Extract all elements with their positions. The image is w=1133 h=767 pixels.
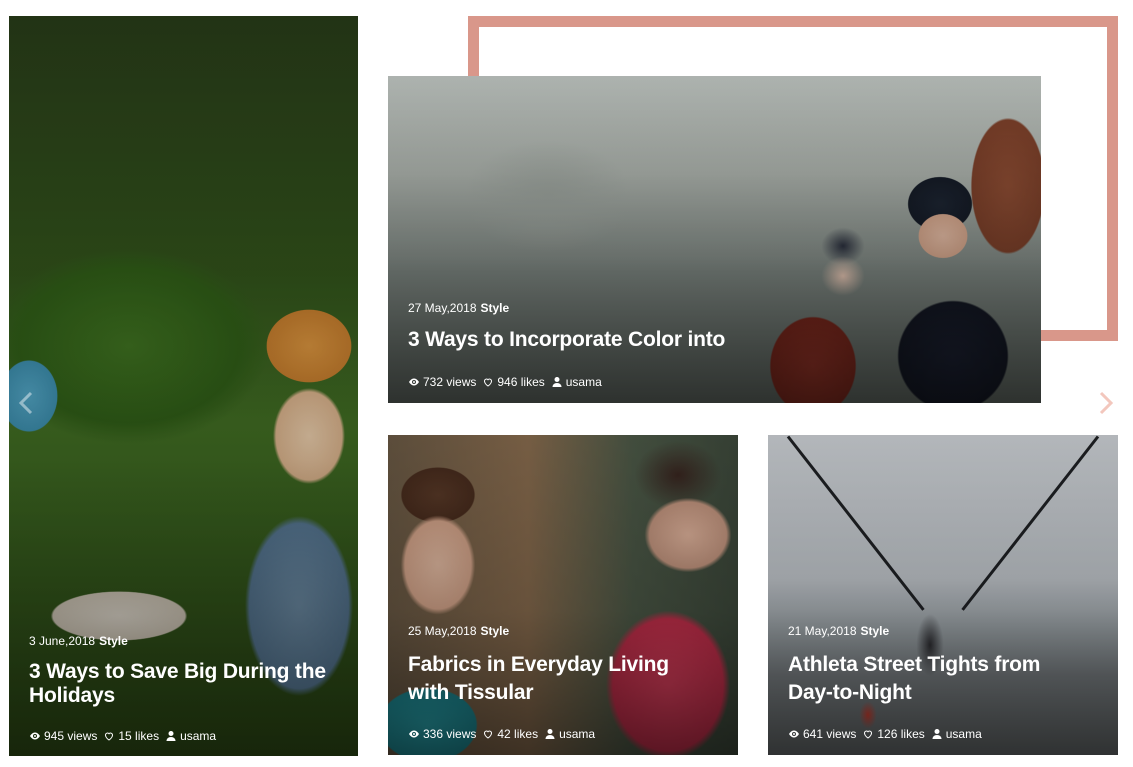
post-category[interactable]: Style bbox=[481, 624, 510, 638]
post-date: 21 May,2018 bbox=[788, 624, 857, 638]
author-stat[interactable]: usama bbox=[551, 375, 602, 389]
author-stat[interactable]: usama bbox=[931, 727, 982, 741]
post-title[interactable]: 3 Ways to Save Big During the Holidays bbox=[29, 660, 338, 708]
user-icon bbox=[932, 729, 942, 739]
post-meta: 27 May,2018 Style bbox=[408, 299, 1021, 317]
post-meta: 25 May,2018 Style bbox=[408, 622, 718, 640]
post-category[interactable]: Style bbox=[99, 634, 128, 648]
eye-icon bbox=[409, 730, 419, 738]
user-icon bbox=[545, 729, 555, 739]
post-date: 27 May,2018 bbox=[408, 301, 477, 315]
post-card[interactable]: 21 May,2018 Style Athleta Street Tights f… bbox=[768, 435, 1118, 755]
post-title[interactable]: Fabrics in Everyday Living with Tissular bbox=[408, 651, 718, 707]
heart-icon bbox=[864, 730, 873, 739]
author-stat[interactable]: usama bbox=[544, 727, 595, 741]
chevron-left-icon bbox=[18, 391, 33, 415]
post-stats: 732 views 946 likes usama bbox=[408, 375, 1021, 389]
author-stat[interactable]: usama bbox=[165, 729, 216, 743]
user-icon bbox=[166, 731, 176, 741]
post-meta: 3 June,2018 Style bbox=[29, 632, 338, 650]
user-icon bbox=[552, 377, 562, 387]
heart-icon bbox=[484, 378, 493, 387]
post-card[interactable]: 27 May,2018 Style 3 Ways to Incorporate C… bbox=[388, 76, 1041, 403]
heart-icon bbox=[484, 730, 493, 739]
likes-stat[interactable]: 42 likes bbox=[482, 727, 538, 741]
likes-stat[interactable]: 946 likes bbox=[482, 375, 545, 389]
chevron-right-icon bbox=[1099, 391, 1114, 415]
views-stat: 336 views bbox=[408, 727, 476, 741]
heart-icon bbox=[105, 732, 114, 741]
post-card[interactable]: 25 May,2018 Style Fabrics in Everyday Liv… bbox=[388, 435, 738, 755]
post-category[interactable]: Style bbox=[861, 624, 890, 638]
post-title[interactable]: 3 Ways to Incorporate Color into bbox=[408, 328, 1021, 352]
post-stats: 641 views 126 likes usama bbox=[788, 727, 1098, 741]
post-category[interactable]: Style bbox=[481, 301, 510, 315]
slider-next-button[interactable] bbox=[1096, 388, 1116, 418]
post-stats: 945 views 15 likes usama bbox=[29, 729, 338, 743]
post-meta: 21 May,2018 Style bbox=[788, 622, 1098, 640]
post-card[interactable]: 3 June,2018 Style 3 Ways to Save Big Duri… bbox=[9, 16, 358, 756]
post-stats: 336 views 42 likes usama bbox=[408, 727, 718, 741]
eye-icon bbox=[30, 732, 40, 740]
post-title[interactable]: Athleta Street Tights from Day-to-Night bbox=[788, 651, 1098, 707]
post-date: 3 June,2018 bbox=[29, 634, 96, 648]
views-stat: 945 views bbox=[29, 729, 97, 743]
post-date: 25 May,2018 bbox=[408, 624, 477, 638]
likes-stat[interactable]: 15 likes bbox=[103, 729, 159, 743]
views-stat: 641 views bbox=[788, 727, 856, 741]
views-stat: 732 views bbox=[408, 375, 476, 389]
slider-prev-button[interactable] bbox=[16, 388, 36, 418]
eye-icon bbox=[789, 730, 799, 738]
likes-stat[interactable]: 126 likes bbox=[862, 727, 925, 741]
eye-icon bbox=[409, 378, 419, 386]
